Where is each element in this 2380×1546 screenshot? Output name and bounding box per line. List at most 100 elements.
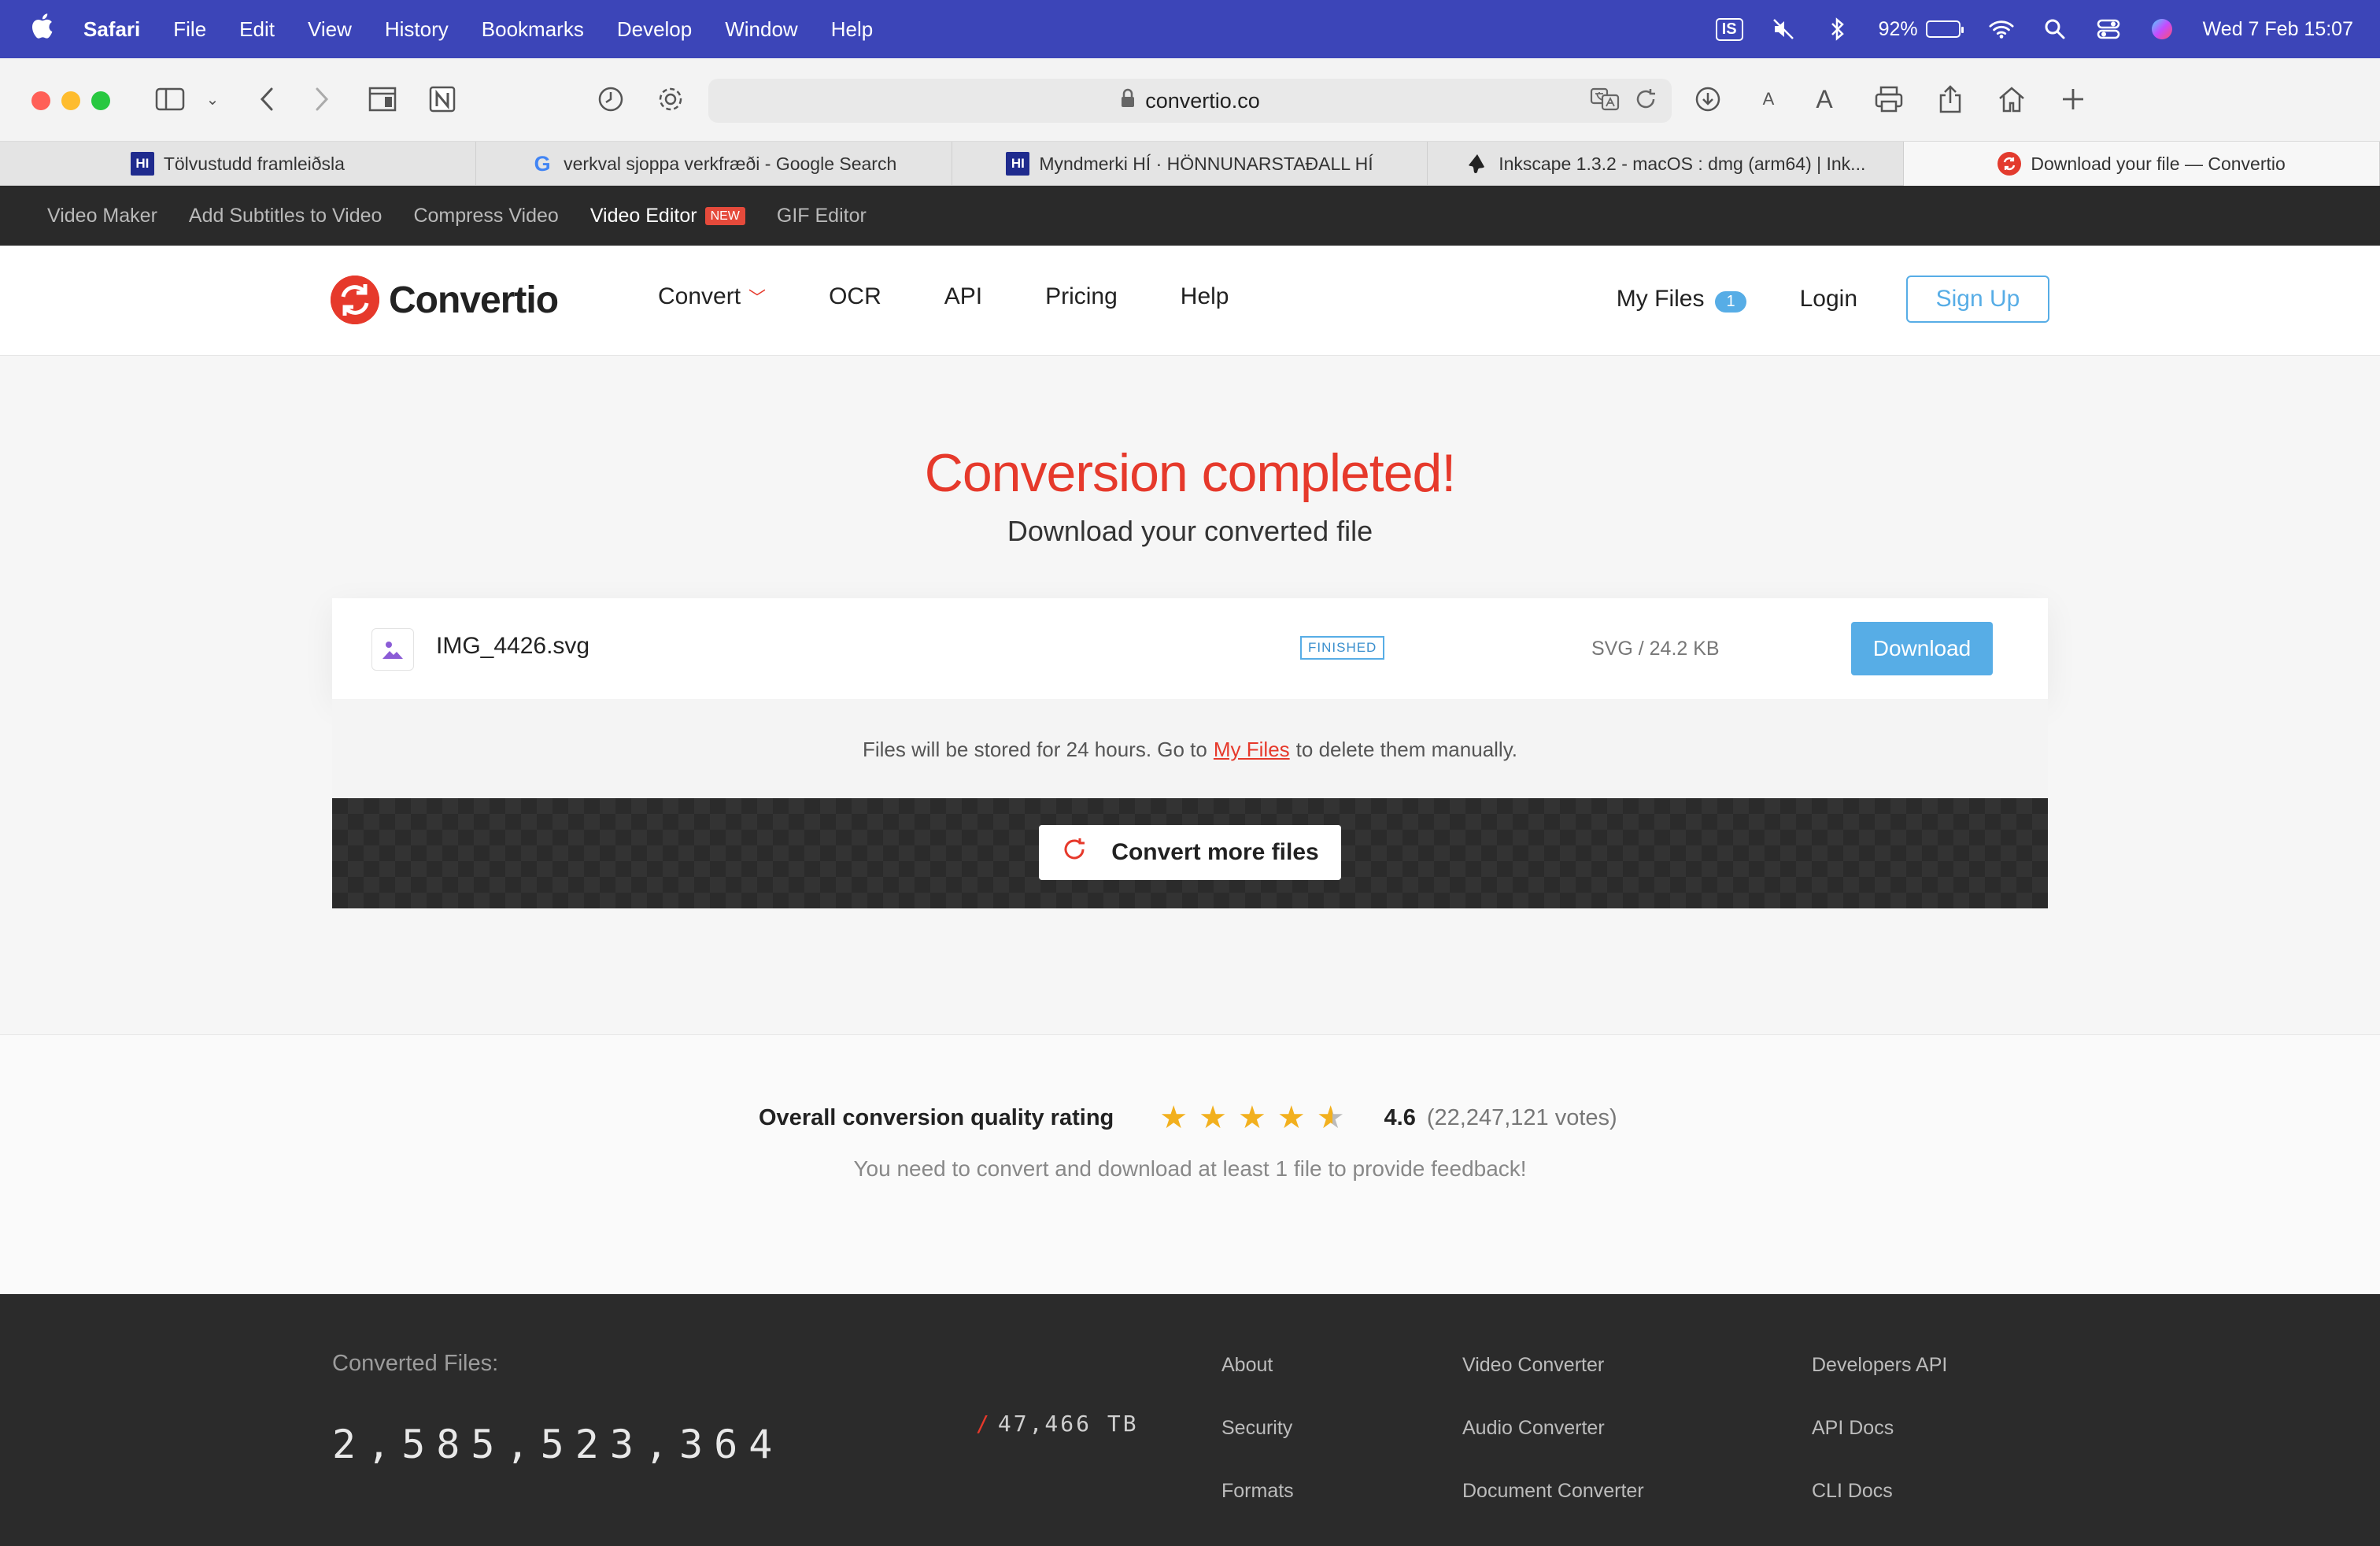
lock-icon <box>1120 88 1136 114</box>
my-files-count-badge: 1 <box>1715 291 1746 313</box>
menu-file[interactable]: File <box>173 17 206 42</box>
nav-help[interactable]: Help <box>1181 283 1229 310</box>
download-button[interactable]: Download <box>1851 622 1993 675</box>
tab-myndmerki[interactable]: HI Myndmerki HÍ · HÖNNUNARSTAÐALL HÍ <box>952 142 1428 186</box>
rating-stars: ★ ★ ★ ★ ★ <box>1159 1100 1344 1136</box>
subnav-video-editor-label: Video Editor <box>589 204 697 227</box>
footer-link-developers-api[interactable]: Developers API <box>1812 1354 1947 1417</box>
history-clock-icon[interactable] <box>595 82 626 117</box>
nav-ocr[interactable]: OCR <box>829 283 881 310</box>
footer-link-cli-docs[interactable]: CLI Docs <box>1812 1480 1947 1543</box>
tab-inkscape[interactable]: Inkscape 1.3.2 - macOS : dmg (arm64) | I… <box>1428 142 1905 186</box>
footer-link-about[interactable]: About <box>1221 1354 1294 1417</box>
downloads-icon[interactable] <box>1692 82 1724 117</box>
menu-help[interactable]: Help <box>831 17 873 42</box>
file-meta: SVG / 24.2 KB <box>1591 638 1720 660</box>
translate-icon[interactable] <box>1590 87 1620 117</box>
google-favicon-icon: G <box>534 151 551 176</box>
star-icon: ★ <box>1277 1100 1306 1135</box>
subnav-video-editor[interactable]: Video Editor NEW <box>590 205 745 227</box>
tb-slash: / <box>976 1411 992 1437</box>
nav-api[interactable]: API <box>944 283 982 310</box>
tab-title: Myndmerki HÍ · HÖNNUNARSTAÐALL HÍ <box>1039 153 1373 174</box>
footer-link-formats[interactable]: Formats <box>1221 1480 1294 1543</box>
menu-window[interactable]: Window <box>725 17 797 42</box>
siri-icon[interactable] <box>2149 17 2175 42</box>
close-window-button[interactable] <box>31 91 50 110</box>
convertio-logo[interactable]: Convertio <box>331 276 559 324</box>
address-bar-actions <box>1590 87 1658 117</box>
nav-convert[interactable]: Convert ﹀ <box>658 283 766 310</box>
star-icon: ★ <box>1199 1100 1227 1135</box>
tab-tolvustudd[interactable]: HI Tölvustudd framleiðsla <box>0 142 476 186</box>
print-icon[interactable] <box>1872 82 1906 117</box>
footer-link-api-docs[interactable]: API Docs <box>1812 1417 1947 1480</box>
home-icon[interactable] <box>1994 82 2029 117</box>
address-bar[interactable]: convertio.co <box>708 79 1672 123</box>
muted-speaker-icon[interactable] <box>1772 17 1797 42</box>
footer-link-video-converter[interactable]: Video Converter <box>1462 1354 1644 1417</box>
subnav-video-maker[interactable]: Video Maker <box>47 205 157 227</box>
menu-develop[interactable]: Develop <box>617 17 692 42</box>
convert-more-files-button[interactable]: Convert more files <box>1039 825 1341 880</box>
file-row: IMG_4426.svg FINISHED SVG / 24.2 KB Down… <box>332 598 2048 699</box>
reload-icon[interactable] <box>1634 87 1658 117</box>
my-files-label: My Files <box>1616 286 1705 312</box>
rating-section: Overall conversion quality rating ★ ★ ★ … <box>0 1034 2380 1294</box>
nav-pricing[interactable]: Pricing <box>1045 283 1118 310</box>
tab-convertio[interactable]: Download your file — Convertio <box>1904 142 2380 186</box>
converted-tb: /47,466 TB <box>976 1411 1139 1437</box>
hi-favicon-icon: HI <box>1006 152 1030 176</box>
tab-google-search[interactable]: G verkval sjoppa verkfræði - Google Sear… <box>476 142 952 186</box>
sidebar-toggle-icon[interactable] <box>153 82 187 117</box>
login-link[interactable]: Login <box>1800 286 1857 313</box>
text-smaller-button[interactable]: A <box>1757 82 1780 117</box>
rating-votes: (22,247,121 votes) <box>1426 1104 1617 1130</box>
forward-icon[interactable] <box>309 82 335 117</box>
inkscape-icon <box>1465 152 1489 176</box>
sign-up-button[interactable]: Sign Up <box>1906 276 2049 323</box>
input-source-indicator[interactable]: IS <box>1715 17 1743 41</box>
main-nav: Convert ﹀ OCR API Pricing Help <box>658 283 1292 310</box>
subnav-add-subtitles[interactable]: Add Subtitles to Video <box>189 205 382 227</box>
new-tab-icon[interactable] <box>2057 82 2089 117</box>
text-larger-button[interactable]: A <box>1810 82 1839 117</box>
my-files-link[interactable]: My Files 1 <box>1617 286 1746 313</box>
battery-status[interactable]: 92% <box>1879 18 1964 41</box>
menu-history[interactable]: History <box>385 17 449 42</box>
footer-link-document-converter[interactable]: Document Converter <box>1462 1480 1644 1543</box>
window-controls <box>31 91 110 110</box>
zoom-window-button[interactable] <box>91 91 110 110</box>
footer-col-company: About Security Formats <box>1221 1354 1294 1543</box>
subnav-compress-video[interactable]: Compress Video <box>413 205 558 227</box>
clock[interactable]: Wed 7 Feb 15:07 <box>2203 18 2353 41</box>
storage-note-text-end: to delete them manually. <box>1295 737 1517 761</box>
menu-edit[interactable]: Edit <box>239 17 275 42</box>
menu-view[interactable]: View <box>308 17 352 42</box>
menu-safari[interactable]: Safari <box>83 17 140 42</box>
storage-note-text: Files will be stored for 24 hours. Go to <box>863 737 1207 761</box>
control-center-icon[interactable] <box>2096 17 2121 42</box>
subnav-gif-editor[interactable]: GIF Editor <box>777 205 867 227</box>
reader-extension-icon[interactable] <box>365 82 400 117</box>
macos-menubar: Safari File Edit View History Bookmarks … <box>0 0 2380 58</box>
convertio-icon <box>1998 152 2022 176</box>
menu-bookmarks[interactable]: Bookmarks <box>482 17 584 42</box>
footer-link-audio-converter[interactable]: Audio Converter <box>1462 1417 1644 1480</box>
feedback-note: You need to convert and download at leas… <box>853 1156 1527 1181</box>
site-header: Convertio Convert ﹀ OCR API Pricing Help … <box>0 246 2380 356</box>
my-files-inline-link[interactable]: My Files <box>1214 738 1290 762</box>
wifi-icon[interactable] <box>1989 17 2014 42</box>
share-icon[interactable] <box>1935 82 1966 117</box>
notion-extension-icon[interactable] <box>425 82 460 117</box>
minimize-window-button[interactable] <box>61 91 80 110</box>
spotlight-search-icon[interactable] <box>2042 17 2068 42</box>
battery-icon <box>1925 20 1964 38</box>
back-icon[interactable] <box>253 82 280 117</box>
gear-icon[interactable] <box>655 82 686 117</box>
bluetooth-icon[interactable] <box>1825 17 1850 42</box>
apple-menu-icon[interactable] <box>30 13 61 46</box>
footer-link-security[interactable]: Security <box>1221 1417 1294 1480</box>
chevron-down-icon: ﹀ <box>748 288 767 308</box>
chevron-down-icon[interactable]: ⌄ <box>201 82 224 117</box>
